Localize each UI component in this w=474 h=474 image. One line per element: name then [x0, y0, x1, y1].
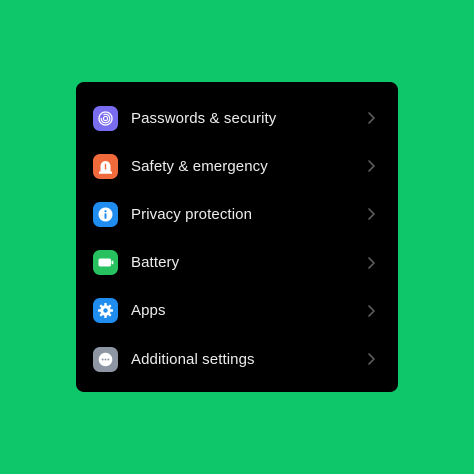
more-dots-icon: [93, 346, 118, 372]
settings-item-battery[interactable]: Battery: [76, 239, 398, 287]
settings-item-passwords-security[interactable]: Passwords & security: [76, 94, 398, 142]
settings-item-label: Apps: [131, 302, 166, 320]
settings-item-safety-emergency[interactable]: Safety & emergency: [76, 142, 398, 190]
settings-item-apps[interactable]: Apps: [76, 287, 398, 335]
settings-item-label: Safety & emergency: [131, 157, 268, 175]
chevron-right-icon: [366, 352, 376, 366]
gear-icon: [93, 298, 118, 324]
chevron-right-icon: [366, 207, 376, 221]
fingerprint-icon: [93, 105, 118, 131]
settings-panel: Passwords & security Safety & emergency …: [76, 82, 398, 392]
chevron-right-icon: [366, 304, 376, 318]
chevron-right-icon: [366, 111, 376, 125]
chevron-right-icon: [366, 159, 376, 173]
battery-icon: [93, 250, 118, 276]
settings-item-privacy-protection[interactable]: Privacy protection: [76, 190, 398, 238]
settings-item-label: Passwords & security: [131, 109, 277, 127]
settings-item-label: Additional settings: [131, 350, 255, 368]
privacy-info-icon: [93, 201, 118, 227]
chevron-right-icon: [366, 256, 376, 270]
settings-item-additional-settings[interactable]: Additional settings: [76, 335, 398, 383]
settings-item-label: Privacy protection: [131, 205, 253, 223]
alarm-light-icon: [93, 153, 118, 179]
settings-item-label: Battery: [131, 254, 180, 272]
